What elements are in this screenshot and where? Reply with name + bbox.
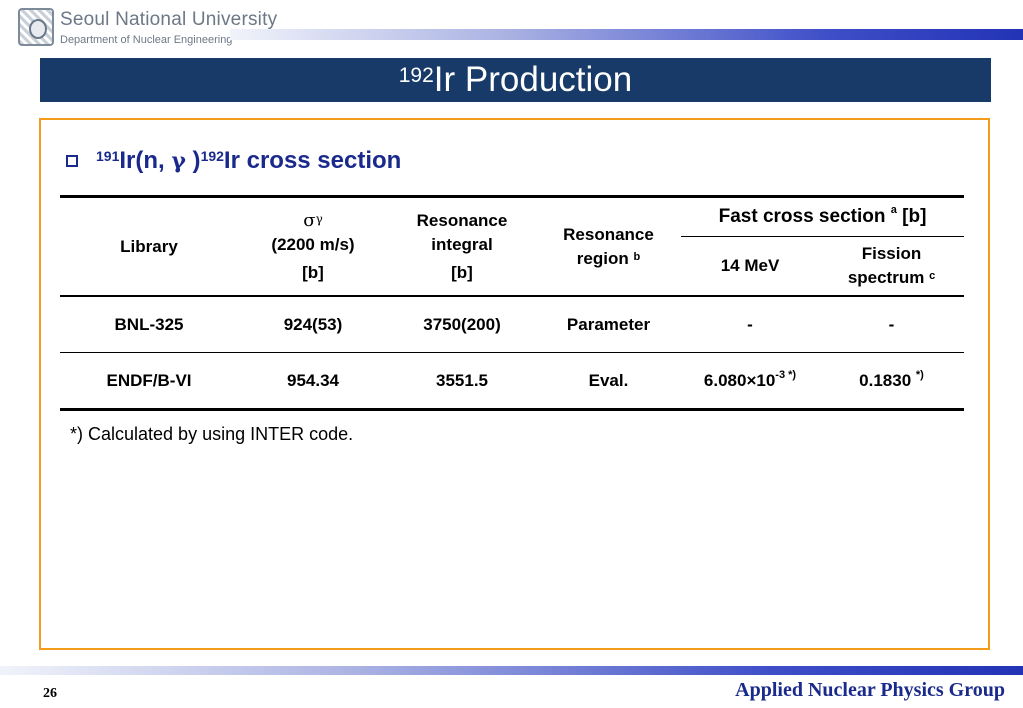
department-name: Department of Nuclear Engineering bbox=[60, 34, 233, 46]
header-fast-cross-section: Fast cross section a [b] bbox=[681, 195, 965, 237]
university-name: Seoul National University bbox=[60, 9, 278, 30]
cell-resonance-region: Eval. bbox=[536, 352, 681, 411]
header-sigma: σγ (2200 m/s) [b] bbox=[238, 195, 388, 297]
section-heading: 191Ir(n, γ )192Ir cross section bbox=[96, 147, 401, 175]
checkbox-bullet-icon bbox=[66, 155, 78, 167]
table-row: BNL-325 924(53) 3750(200) Parameter - - bbox=[60, 296, 965, 353]
title-mass-number: 192 bbox=[398, 64, 434, 87]
header-resonance-integral: Resonance integral [b] bbox=[388, 195, 536, 297]
page-number: 26 bbox=[43, 686, 57, 701]
header-14mev: 14 MeV bbox=[681, 236, 819, 297]
cell-resonance-integral: 3551.5 bbox=[388, 352, 536, 411]
cell-14mev: - bbox=[681, 296, 819, 353]
heading-part-1: Ir(n, bbox=[119, 147, 172, 174]
footer-gradient-bar bbox=[0, 666, 1023, 675]
cell-resonance-region: Parameter bbox=[536, 296, 681, 353]
table-footnote: *) Calculated by using INTER code. bbox=[70, 424, 354, 444]
university-logo: Seoul National University Department of … bbox=[18, 8, 277, 48]
cell-fission: - bbox=[819, 296, 965, 353]
sigma-symbol: σγ bbox=[303, 209, 323, 231]
cross-section-table: Library σγ (2200 m/s) [b] Resonance inte… bbox=[60, 195, 965, 411]
cell-14mev: 6.080×10-3 *) bbox=[681, 352, 819, 411]
cell-resonance-integral: 3750(200) bbox=[388, 296, 536, 353]
heading-sup-192: 192 bbox=[200, 148, 224, 164]
header-library: Library bbox=[60, 195, 238, 297]
cell-library: ENDF/B-VI bbox=[60, 352, 238, 411]
header-resonance-region: Resonance region b bbox=[536, 195, 681, 297]
cell-library: BNL-325 bbox=[60, 296, 238, 353]
header-gradient-bar bbox=[230, 29, 1023, 40]
title-text: Ir Production bbox=[433, 60, 633, 99]
sigma-unit: [b] bbox=[302, 262, 324, 282]
heading-part-2: ) bbox=[185, 147, 201, 174]
table-header-row: Library σγ (2200 m/s) [b] Resonance inte… bbox=[60, 195, 965, 297]
cell-fission: 0.1830 *) bbox=[819, 352, 965, 411]
sigma-velocity: (2200 m/s) bbox=[271, 234, 355, 254]
header-fission-spectrum: Fission spectrum c bbox=[819, 236, 965, 297]
heading-part-3: Ir cross section bbox=[223, 147, 402, 174]
group-name: Applied Nuclear Physics Group bbox=[735, 679, 1005, 701]
cell-sigma: 924(53) bbox=[238, 296, 388, 353]
university-seal-icon bbox=[18, 8, 54, 46]
title-banner: 192Ir Production bbox=[40, 58, 991, 102]
heading-sup-191: 191 bbox=[96, 148, 120, 164]
section-heading-row: 191Ir(n, γ )192Ir cross section bbox=[66, 145, 401, 177]
table-row: ENDF/B-VI 954.34 3551.5 Eval. 6.080×10-3… bbox=[60, 352, 965, 411]
slide-title: 192Ir Production bbox=[40, 59, 991, 101]
cell-sigma: 954.34 bbox=[238, 352, 388, 411]
heading-gamma: γ bbox=[171, 148, 186, 174]
